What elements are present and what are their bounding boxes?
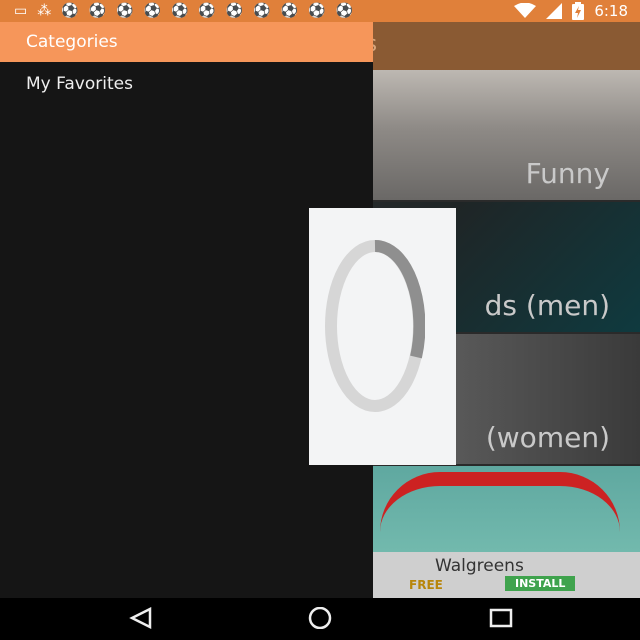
signal-icon [546,3,563,19]
ad-free-label: FREE [409,578,443,592]
status-bar: ▭ ⁂ ⚽ ⚽ ⚽ ⚽ ⚽ ⚽ ⚽ ⚽ ⚽ ⚽ ⚽ 6:18 [0,0,640,22]
soccer-ball-icon: ⚽ [143,3,161,19]
share-icon: ⁂ [37,3,52,19]
category-label: ds (men) [484,289,610,322]
system-nav-bar [0,598,640,640]
soccer-ball-icon: ⚽ [225,3,244,19]
back-icon[interactable] [128,607,154,629]
ad-banner[interactable]: Walgreens FREE INSTALL [373,552,640,598]
soccer-ball-icon: ⚽ [88,3,107,19]
soccer-ball-icon: ⚽ [280,3,299,19]
soccer-ball-icon: ⚽ [170,3,189,19]
ad-install-button[interactable]: INSTALL [505,576,576,591]
notification-icons: ▭ ⁂ ⚽ ⚽ ⚽ ⚽ ⚽ ⚽ ⚽ ⚽ ⚽ ⚽ ⚽ [14,2,353,20]
drawer-item-my-favorites[interactable]: My Favorites [26,74,133,94]
battery-charging-icon [572,2,585,20]
loading-dialog [309,208,456,465]
soccer-ball-icon: ⚽ [335,3,354,19]
system-icons: 6:18 [514,1,628,21]
drawer-header-label: Categories [26,32,118,52]
loading-spinner-icon [325,239,425,412]
soccer-ball-icon: ⚽ [61,3,79,19]
wifi-icon [514,3,537,18]
soccer-ball-icon: ⚽ [198,3,216,19]
heart-graphic [380,472,620,546]
clock: 6:18 [594,2,628,20]
category-label: (women) [485,421,610,454]
drawer-header-categories[interactable]: Categories [0,22,373,62]
soccer-ball-icon: ⚽ [253,3,271,19]
category-label: Funny [525,157,610,190]
soccer-ball-icon: ⚽ [116,3,134,19]
ad-name: Walgreens [435,556,524,576]
soccer-ball-icon: ⚽ [308,3,326,19]
home-icon[interactable] [306,607,334,629]
recents-icon[interactable] [488,607,514,629]
message-icon: ▭ [14,3,28,19]
